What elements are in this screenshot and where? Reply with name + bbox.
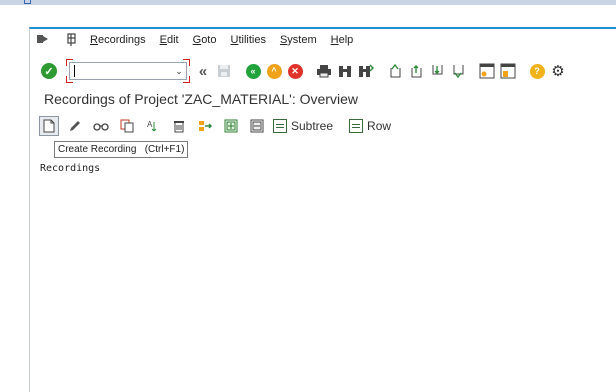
standard-toolbar: ✓ ⌄ « « ^ ✕ ? ⚙ bbox=[30, 58, 616, 84]
menu-utilities[interactable]: Utilities bbox=[230, 34, 265, 46]
menu-edit[interactable]: Edit bbox=[160, 34, 179, 46]
expand-icon[interactable] bbox=[221, 116, 241, 136]
enter-icon[interactable]: ✓ bbox=[41, 63, 57, 79]
help-icon[interactable]: ? bbox=[528, 62, 546, 80]
rename-icon[interactable]: A bbox=[143, 116, 163, 136]
cancel-icon[interactable]: ✕ bbox=[286, 62, 304, 80]
window-corner-mark bbox=[24, 0, 31, 4]
copy-icon[interactable] bbox=[117, 116, 137, 136]
first-page-icon[interactable] bbox=[386, 62, 404, 80]
tooltip: Create Recording (Ctrl+F1) bbox=[54, 141, 189, 158]
page-title: Recordings of Project 'ZAC_MATERIAL': Ov… bbox=[44, 91, 358, 107]
last-page-icon[interactable] bbox=[449, 62, 467, 80]
recordings-list-label: Recordings bbox=[40, 163, 101, 174]
exit-icon[interactable]: ^ bbox=[265, 62, 283, 80]
top-strip bbox=[0, 0, 616, 5]
menu-bar: Recordings Edit Goto Utilities System He… bbox=[30, 29, 616, 50]
sap-window: Recordings Edit Goto Utilities System He… bbox=[29, 27, 616, 392]
create-session-icon[interactable] bbox=[478, 62, 496, 80]
save-icon[interactable] bbox=[215, 62, 233, 80]
collapse-icon[interactable] bbox=[247, 116, 267, 136]
delete-icon[interactable] bbox=[169, 116, 189, 136]
print-icon[interactable] bbox=[315, 62, 333, 80]
back-history-icon[interactable]: « bbox=[194, 62, 212, 80]
command-field-frame: ⌄ bbox=[66, 59, 190, 83]
application-toolbar: A Subtree Row bbox=[39, 115, 407, 137]
subtree-button[interactable]: Subtree bbox=[273, 119, 333, 133]
previous-page-icon[interactable] bbox=[407, 62, 425, 80]
menu-system[interactable]: System bbox=[280, 34, 317, 46]
command-field[interactable]: ⌄ bbox=[69, 62, 187, 80]
row-button[interactable]: Row bbox=[349, 119, 391, 133]
shortcut-icon[interactable] bbox=[499, 62, 517, 80]
menu-icon[interactable] bbox=[36, 33, 50, 47]
create-recording-icon[interactable] bbox=[39, 116, 59, 136]
back-icon[interactable]: « bbox=[244, 62, 262, 80]
edit-icon[interactable] bbox=[65, 116, 85, 136]
svg-text:A: A bbox=[147, 120, 153, 129]
next-page-icon[interactable] bbox=[428, 62, 446, 80]
display-icon[interactable] bbox=[91, 116, 111, 136]
menu-goto[interactable]: Goto bbox=[193, 34, 217, 46]
menu-recordings[interactable]: Recordings bbox=[90, 34, 146, 46]
chevron-down-icon[interactable]: ⌄ bbox=[173, 64, 185, 78]
sap-menu-icon[interactable] bbox=[66, 32, 80, 47]
settings-icon[interactable]: ⚙ bbox=[549, 62, 567, 80]
row-icon bbox=[349, 119, 364, 133]
subtree-icon bbox=[273, 119, 287, 133]
find-next-icon[interactable] bbox=[357, 62, 375, 80]
find-icon[interactable] bbox=[336, 62, 354, 80]
export-icon[interactable] bbox=[195, 116, 215, 136]
menu-help[interactable]: Help bbox=[331, 34, 354, 46]
